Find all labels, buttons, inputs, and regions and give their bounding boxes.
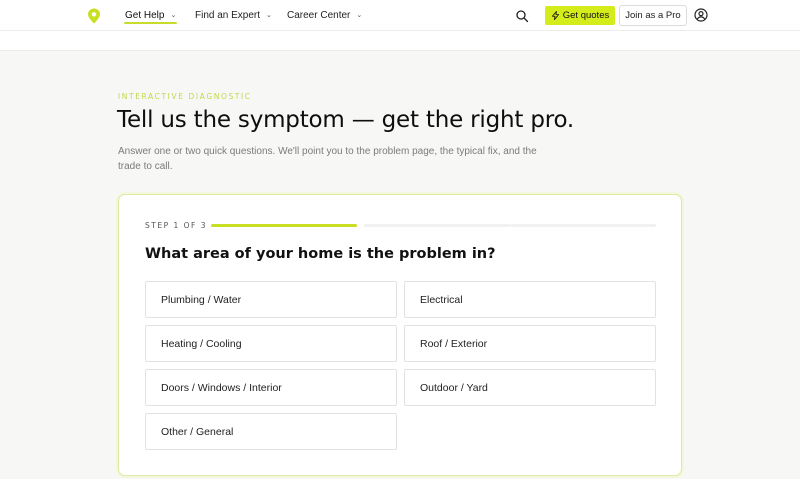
option-doors-windows-interior[interactable]: Doors / Windows / Interior bbox=[145, 369, 397, 406]
join-as-pro-button[interactable]: Join as a Pro bbox=[619, 5, 687, 26]
nav-find-an-expert-label: Find an Expert bbox=[195, 10, 261, 21]
nav-career-center-label: Career Center bbox=[287, 10, 351, 21]
progress-segment-2 bbox=[364, 224, 510, 227]
page-title: Tell us the symptom — get the right pro. bbox=[117, 107, 575, 133]
option-other-general[interactable]: Other / General bbox=[145, 413, 397, 450]
secondary-bar bbox=[0, 31, 800, 51]
get-quotes-button[interactable]: Get quotes bbox=[545, 6, 615, 25]
chevron-down-icon: ⌄ bbox=[356, 11, 363, 19]
question-heading: What area of your home is the problem in… bbox=[145, 246, 496, 262]
chevron-down-icon: ⌄ bbox=[170, 11, 177, 19]
user-circle-icon[interactable] bbox=[694, 8, 708, 22]
join-as-pro-label: Join as a Pro bbox=[625, 10, 681, 21]
nav-get-help-label: Get Help bbox=[125, 10, 165, 21]
progress-segment-1 bbox=[211, 224, 357, 227]
top-nav-bar: Get Help ⌄ Find an Expert ⌄ Career Cente… bbox=[0, 0, 800, 31]
option-electrical[interactable]: Electrical bbox=[404, 281, 656, 318]
chevron-down-icon: ⌄ bbox=[266, 11, 272, 19]
nav-get-help[interactable]: Get Help ⌄ bbox=[123, 0, 178, 31]
lightning-bolt-icon bbox=[551, 11, 559, 20]
section-eyebrow: INTERACTIVE DIAGNOSTIC bbox=[118, 92, 252, 101]
diagnostic-card: STEP 1 OF 3 What area of your home is th… bbox=[118, 194, 682, 476]
step-indicator: STEP 1 OF 3 bbox=[145, 221, 208, 230]
nav-career-center[interactable]: Career Center ⌄ bbox=[287, 0, 362, 31]
option-outdoor-yard[interactable]: Outdoor / Yard bbox=[404, 369, 656, 406]
option-roof-exterior[interactable]: Roof / Exterior bbox=[404, 325, 656, 362]
progress-segment-3 bbox=[510, 224, 656, 227]
location-pin-logo-icon[interactable] bbox=[87, 8, 101, 24]
option-heating-cooling[interactable]: Heating / Cooling bbox=[145, 325, 397, 362]
option-plumbing-water[interactable]: Plumbing / Water bbox=[145, 281, 397, 318]
get-quotes-label: Get quotes bbox=[562, 10, 610, 21]
intro-text: Answer one or two quick questions. We'll… bbox=[118, 146, 537, 172]
search-icon[interactable] bbox=[515, 9, 529, 23]
nav-find-an-expert[interactable]: Find an Expert ⌄ bbox=[195, 0, 272, 31]
